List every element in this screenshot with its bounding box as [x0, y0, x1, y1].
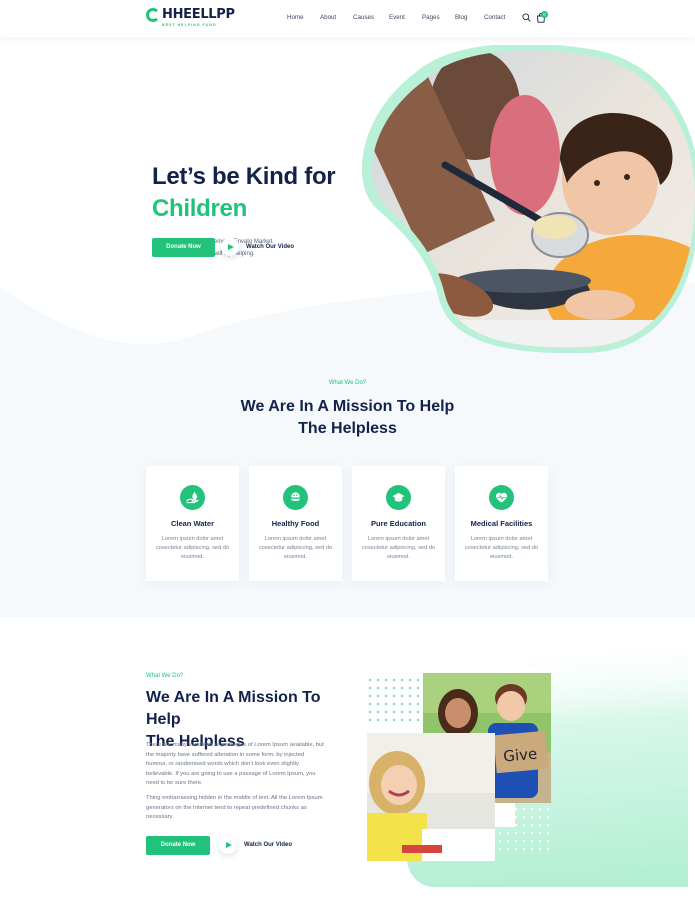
dot-pattern-decoration: [498, 807, 550, 851]
about-title-line1: We Are In A Mission To Help: [146, 689, 321, 728]
about-paragraph-1: There are many variations of passages of…: [146, 742, 324, 786]
about-watch-video-label: Watch Our Video: [244, 842, 293, 848]
service-card-title: Healthy Food: [271, 519, 320, 528]
about-eyebrow: What We Do?: [146, 673, 184, 679]
nav-home[interactable]: Home: [287, 14, 320, 21]
logo-tagline: BEST HELPING FUND: [162, 23, 217, 27]
service-card-healthy-food[interactable]: Healthy Food Lorem ipsum dolor amet cose…: [249, 466, 342, 581]
service-card-text: Lorem ipsum dolor amet cosectetur adipis…: [258, 536, 333, 560]
nav-causes[interactable]: Causes: [353, 14, 389, 21]
hero-title-line2: Children: [152, 195, 247, 222]
nav-contact[interactable]: Contact: [484, 14, 514, 21]
mission-title-line1: We Are In A Mission To Help: [240, 398, 455, 415]
hero-title-line1: Let’s be Kind for: [152, 163, 336, 190]
hero-donate-button[interactable]: Donate Now: [152, 238, 215, 257]
service-card-text: Lorem ipsum dolor amet cosectetur adipis…: [464, 536, 539, 560]
mission-title-line2: The Helpless: [298, 420, 397, 437]
smiling-girl-image: [367, 733, 495, 861]
dot-pattern-decoration: [368, 678, 420, 722]
play-icon[interactable]: [219, 836, 237, 854]
mission-eyebrow: What We Do?: [328, 380, 367, 386]
service-card-title: Pure Education: [370, 519, 426, 528]
logo[interactable]: HHEELLPP BEST HELPING FUND: [146, 7, 235, 27]
water-drop-hand-icon: [180, 485, 205, 510]
play-icon[interactable]: [221, 238, 239, 256]
nav-about[interactable]: About: [320, 14, 353, 21]
nav-blog[interactable]: Blog: [455, 14, 484, 21]
main-nav: Home About Causes Event Pages Blog Conta…: [287, 14, 514, 21]
service-card-text: Lorem ipsum dolor amet cosectetur adipis…: [155, 536, 230, 560]
mission-title: We Are In A Mission To Help The Helpless: [0, 396, 695, 440]
give-sign-text: Give: [503, 745, 538, 766]
nav-event[interactable]: Event: [389, 14, 422, 21]
cart-count-badge: 0: [541, 11, 548, 18]
logo-text: HHEELLPP: [162, 7, 235, 22]
about-watch-video[interactable]: Watch Our Video: [219, 836, 292, 854]
logo-icon: [146, 8, 160, 22]
service-card-pure-education[interactable]: Pure Education Lorem ipsum dolor amet co…: [352, 466, 445, 581]
hero-watch-video[interactable]: Watch Our Video: [221, 238, 294, 256]
search-icon[interactable]: [522, 13, 531, 22]
about-donate-button[interactable]: Donate Now: [146, 836, 210, 855]
service-card-title: Clean Water: [170, 519, 215, 528]
food-bowl-icon: [283, 485, 308, 510]
about-section: What We Do? We Are In A Mission To Help …: [0, 617, 695, 913]
heart-pulse-icon: [489, 485, 514, 510]
hero-watch-video-label: Watch Our Video: [246, 244, 295, 250]
nav-pages[interactable]: Pages: [422, 14, 455, 21]
service-card-text: Lorem ipsum dolor amet cosectetur adipis…: [361, 536, 436, 560]
about-paragraph-2: Thing embarrassing hidden in the middle …: [146, 795, 323, 820]
service-card-clean-water[interactable]: Clean Water Lorem ipsum dolor amet cosec…: [146, 466, 239, 581]
site-header: HHEELLPP BEST HELPING FUND Home About Ca…: [0, 0, 695, 37]
hero-children-image: [361, 45, 695, 354]
graduation-cap-icon: [386, 485, 411, 510]
service-cards: Clean Water Lorem ipsum dolor amet cosec…: [146, 466, 548, 581]
service-card-title: Medical Facilities: [470, 519, 533, 528]
service-card-medical-facilities[interactable]: Medical Facilities Lorem ipsum dolor ame…: [455, 466, 548, 581]
